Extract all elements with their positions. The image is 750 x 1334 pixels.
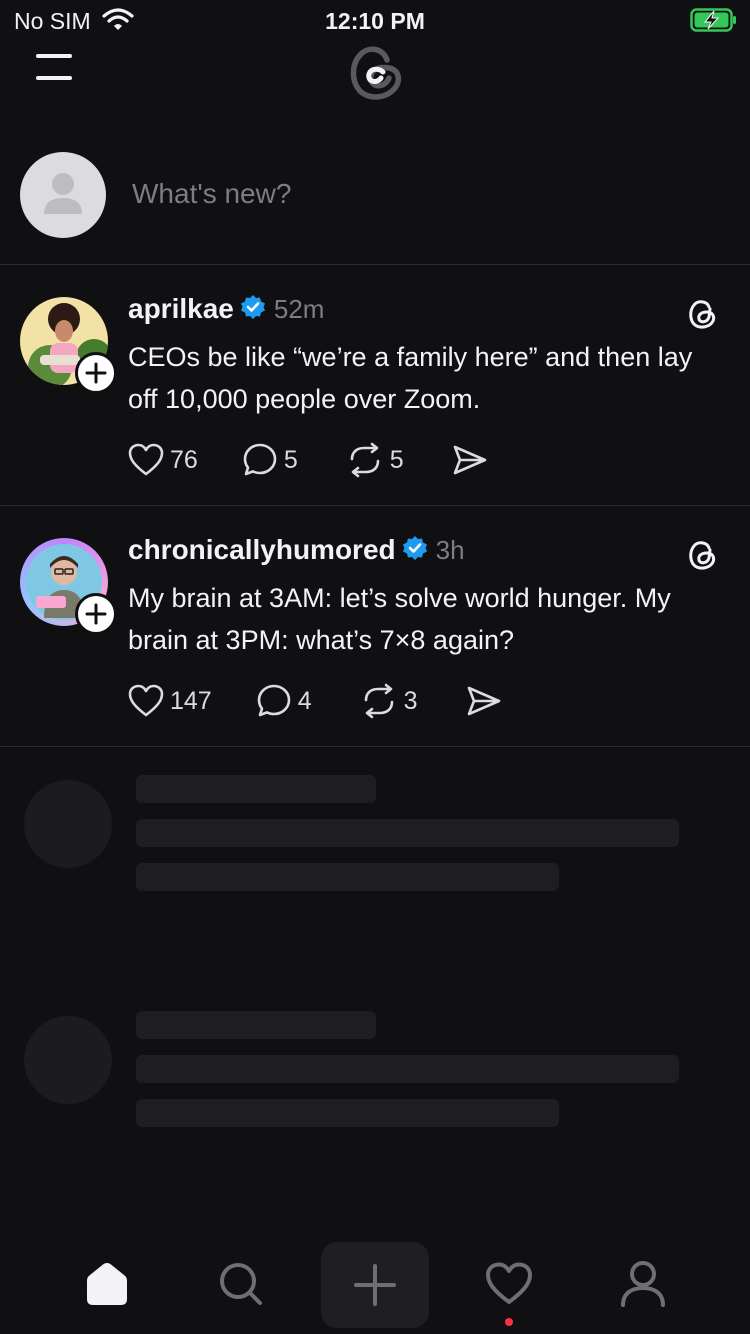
plus-icon <box>85 603 107 625</box>
tab-compose[interactable] <box>321 1242 429 1328</box>
post-text: My brain at 3AM: let’s solve world hunge… <box>128 583 671 655</box>
username[interactable]: aprilkae <box>128 293 234 324</box>
whats-new-input[interactable]: What's new? <box>132 178 712 210</box>
skeleton-line <box>136 863 559 891</box>
thread-post[interactable]: chronicallyhumored 3h My brain at 3AM: l… <box>0 506 750 747</box>
home-icon <box>87 1263 127 1305</box>
skeleton-line <box>136 819 679 847</box>
notification-dot <box>505 1318 513 1326</box>
skeleton-line <box>136 1055 679 1083</box>
reply-count: 5 <box>283 445 298 474</box>
post-time: 52m <box>273 294 325 324</box>
post-time: 3h <box>435 535 465 565</box>
follow-button[interactable] <box>75 352 117 394</box>
post-actions: 76 5 5 <box>128 440 494 480</box>
status-bar: No SIM 12:10 PM <box>0 0 750 40</box>
profile-icon <box>621 1261 665 1307</box>
threads-icon[interactable] <box>684 536 720 577</box>
skeleton-avatar <box>24 780 112 868</box>
post-header: chronicallyhumored 3h <box>128 534 465 568</box>
compose-icon <box>354 1264 396 1306</box>
tab-profile[interactable] <box>603 1248 683 1320</box>
like-count: 147 <box>170 686 212 715</box>
loading-skeleton <box>0 748 750 1218</box>
post-actions: 147 4 3 <box>128 681 508 721</box>
repost-button[interactable]: 5 <box>346 442 404 478</box>
post-text: CEOs be like “we’re a family here” and t… <box>128 342 693 414</box>
tab-home[interactable] <box>67 1248 147 1320</box>
share-button[interactable] <box>466 684 508 718</box>
battery-charging-icon <box>690 8 738 37</box>
comment-icon <box>243 443 277 476</box>
reply-button[interactable]: 4 <box>256 683 312 719</box>
send-icon <box>467 686 500 716</box>
like-count: 76 <box>170 445 198 474</box>
skeleton-avatar <box>24 1016 112 1104</box>
comment-icon <box>257 684 291 717</box>
default-avatar-icon <box>44 173 82 214</box>
repost-button[interactable]: 3 <box>360 683 418 719</box>
like-button[interactable]: 147 <box>128 684 212 718</box>
username[interactable]: chronicallyhumored <box>128 534 396 565</box>
skeleton-line <box>136 1011 376 1039</box>
plus-icon <box>85 362 107 384</box>
new-thread-composer: What's new? <box>0 140 750 265</box>
tab-bar <box>0 1236 750 1334</box>
verified-badge-icon <box>402 535 428 568</box>
my-avatar[interactable] <box>20 152 106 238</box>
clock: 12:10 PM <box>325 8 425 34</box>
repost-count: 3 <box>403 686 418 715</box>
like-button[interactable]: 76 <box>128 443 198 477</box>
repost-icon <box>350 442 380 478</box>
heart-icon <box>128 443 164 476</box>
send-icon <box>453 445 486 475</box>
reply-button[interactable]: 5 <box>242 442 298 478</box>
heart-icon <box>486 1262 532 1304</box>
skeleton-line <box>136 1099 559 1127</box>
tab-search[interactable] <box>201 1248 281 1320</box>
threads-logo-icon[interactable] <box>343 38 407 109</box>
skeleton-line <box>136 775 376 803</box>
tab-activity[interactable] <box>469 1248 549 1320</box>
thread-post[interactable]: aprilkae 52m CEOs be like “we’re a famil… <box>0 265 750 506</box>
threads-icon[interactable] <box>684 295 720 336</box>
heart-icon <box>128 684 164 717</box>
menu-button[interactable] <box>36 50 76 86</box>
verified-badge-icon <box>240 294 266 327</box>
search-icon <box>220 1263 262 1305</box>
repost-icon <box>364 683 393 719</box>
post-header: aprilkae 52m <box>128 293 324 327</box>
follow-button[interactable] <box>75 593 117 635</box>
repost-count: 5 <box>389 445 404 474</box>
share-button[interactable] <box>452 443 494 477</box>
reply-count: 4 <box>297 686 312 715</box>
